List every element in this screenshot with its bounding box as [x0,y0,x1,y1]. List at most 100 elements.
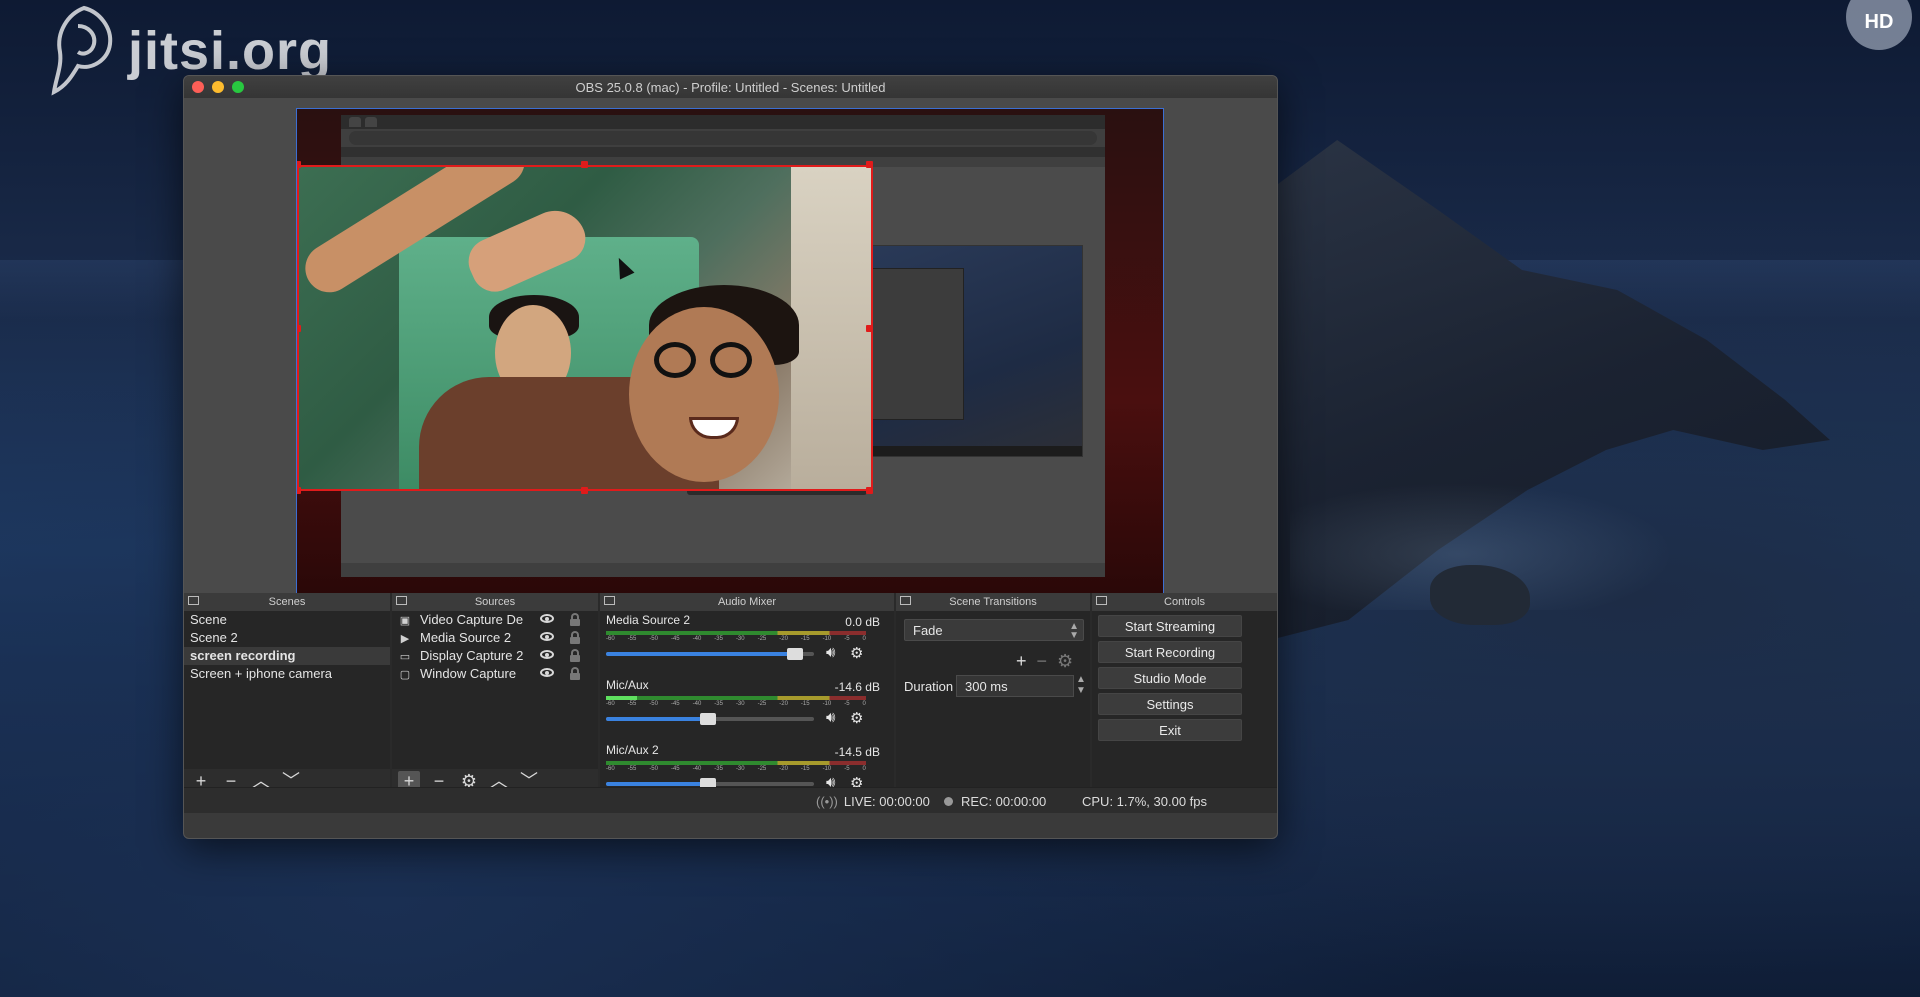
channel-db: -14.6 dB [834,680,880,694]
remove-transition-button[interactable]: − [1037,651,1048,672]
source-item[interactable]: ▢ Window Capture [392,665,598,683]
controls-dock: Controls Start Streaming Start Recording… [1092,593,1277,813]
resize-handle[interactable] [297,487,301,494]
title-bar[interactable]: OBS 25.0.8 (mac) - Profile: Untitled - S… [184,76,1277,99]
meter-tick-label: -35 [714,701,723,707]
scene-transitions-title: Scene Transitions [949,596,1037,608]
audio-mixer-title: Audio Mixer [717,596,777,608]
captured-nested-window [872,268,964,420]
transition-select[interactable]: Fade ▲ ▼ [904,619,1084,641]
volume-slider-knob[interactable] [700,713,716,725]
source-item[interactable]: ▶ Media Source 2 [392,629,598,647]
sources-dock-header[interactable]: Sources [392,593,598,611]
resize-handle[interactable] [866,325,873,332]
resize-handle[interactable] [866,161,873,168]
duration-input[interactable]: 300 ms [956,675,1074,697]
transition-tools: + − ⚙ [1016,651,1073,672]
scene-item[interactable]: Screen + iphone camera [184,665,390,683]
undock-icon[interactable] [396,596,407,605]
sources-title: Sources [474,596,516,608]
resize-handle[interactable] [581,161,588,168]
volume-slider[interactable]: 🔊︎ ⚙ [606,709,863,727]
video-capture-source[interactable] [297,165,873,491]
controls-dock-header[interactable]: Controls [1092,593,1277,611]
meter-tick-label: -35 [714,636,723,642]
studio-mode-button[interactable]: Studio Mode [1098,667,1242,689]
channel-settings-gear-icon[interactable]: ⚙ [850,709,863,727]
undock-icon[interactable] [188,596,199,605]
play-icon: ▶ [400,633,410,645]
scene-item-selected[interactable]: screen recording [184,647,390,665]
lock-icon[interactable] [570,613,580,626]
window-title: OBS 25.0.8 (mac) - Profile: Untitled - S… [575,80,886,95]
undock-icon[interactable] [900,596,911,605]
meter-tick-label: -50 [649,636,658,642]
scenes-title: Scenes [268,596,306,608]
window-icon: ▢ [399,669,411,681]
scene-transitions-body: Fade ▲ ▼ + − ⚙ Duration 300 ms ▲ ▼ [896,611,1090,813]
sources-list[interactable]: ▣ Video Capture De ▶ Media Source 2 ▭ Displ… [392,611,598,813]
glasses [654,342,758,382]
meter-level [606,696,638,700]
resize-handle[interactable] [297,325,301,332]
duration-spinner[interactable]: ▲ ▼ [1076,674,1086,696]
visibility-eye-icon[interactable] [540,632,554,641]
resize-handle[interactable] [581,487,588,494]
start-streaming-button[interactable]: Start Streaming [1098,615,1242,637]
volume-slider[interactable]: 🔊︎ ⚙ [606,774,863,792]
audio-mixer-dock-header[interactable]: Audio Mixer [600,593,894,611]
lock-icon[interactable] [570,631,580,644]
speaker-mute-icon[interactable]: 🔊︎ [826,644,835,661]
meter-tick-label: -25 [757,701,767,707]
undock-icon[interactable] [604,596,615,605]
visibility-eye-icon[interactable] [540,650,554,659]
meter-tick-label: -45 [670,766,680,772]
meter-tick-label: -15 [800,701,810,707]
controls-body: Start Streaming Start Recording Studio M… [1092,611,1277,813]
scenes-dock-header[interactable]: Scenes [184,593,390,611]
volume-slider-knob[interactable] [787,648,804,660]
visibility-eye-icon[interactable] [540,668,554,677]
meter-tick-label: -45 [670,701,680,707]
add-transition-button[interactable]: + [1016,651,1027,672]
preview-canvas[interactable] [296,108,1164,594]
lock-icon[interactable] [570,667,580,680]
lock-icon[interactable] [570,649,580,662]
captured-url-bar [349,131,1097,145]
undock-icon[interactable] [1096,596,1107,605]
meter-tick-label: -15 [800,636,810,642]
meter-tick-label: -5 [844,636,850,642]
meter-tick-label: -60 [606,701,615,707]
source-item[interactable]: ▭ Display Capture 2 [392,647,598,665]
meter-tick-label: -30 [735,701,745,707]
transition-properties-gear-icon[interactable]: ⚙ [1057,651,1073,672]
start-recording-button[interactable]: Start Recording [1098,641,1242,663]
mixer-channel: Media Source 2 0.0 dB -60 -55 -50 -45 -40 -35… [600,611,894,676]
resize-handle[interactable] [297,161,301,168]
preview-area[interactable] [184,98,1277,594]
channel-settings-gear-icon[interactable]: ⚙ [850,644,863,662]
scene-transitions-dock-header[interactable]: Scene Transitions [896,593,1090,611]
source-item[interactable]: ▣ Video Capture De [392,611,598,629]
scene-item[interactable]: Scene 2 [184,629,390,647]
visibility-eye-icon[interactable] [540,614,554,623]
resize-handle[interactable] [866,487,873,494]
hd-quality-badge[interactable]: HD [1846,0,1912,50]
live-timer: LIVE: 00:00:00 [843,794,930,809]
audio-mixer-dock: Audio Mixer Media Source 2 0.0 dB -60 -55… [600,593,894,813]
captured-tab [349,117,361,127]
scenes-dock: Scenes Scene Scene 2 screen recording Sc… [184,593,390,813]
settings-button[interactable]: Settings [1098,693,1242,715]
captured-browser-tabs [341,115,1105,129]
meter-tick-label: -20 [779,701,788,707]
volume-slider[interactable]: 🔊︎ ⚙ [606,644,863,662]
controls-title: Controls [1164,596,1205,608]
docks-area: Scenes Scene Scene 2 screen recording Sc… [184,593,1277,813]
speaker-mute-icon[interactable]: 🔊︎ [826,709,835,726]
exit-button[interactable]: Exit [1098,719,1242,741]
scenes-list[interactable]: Scene Scene 2 screen recording Screen + … [184,611,390,813]
monitor-icon: ▭ [399,651,411,663]
jitsi-logo-icon [51,5,113,96]
meter-tick-label: -60 [606,636,615,642]
scene-item[interactable]: Scene [184,611,390,629]
